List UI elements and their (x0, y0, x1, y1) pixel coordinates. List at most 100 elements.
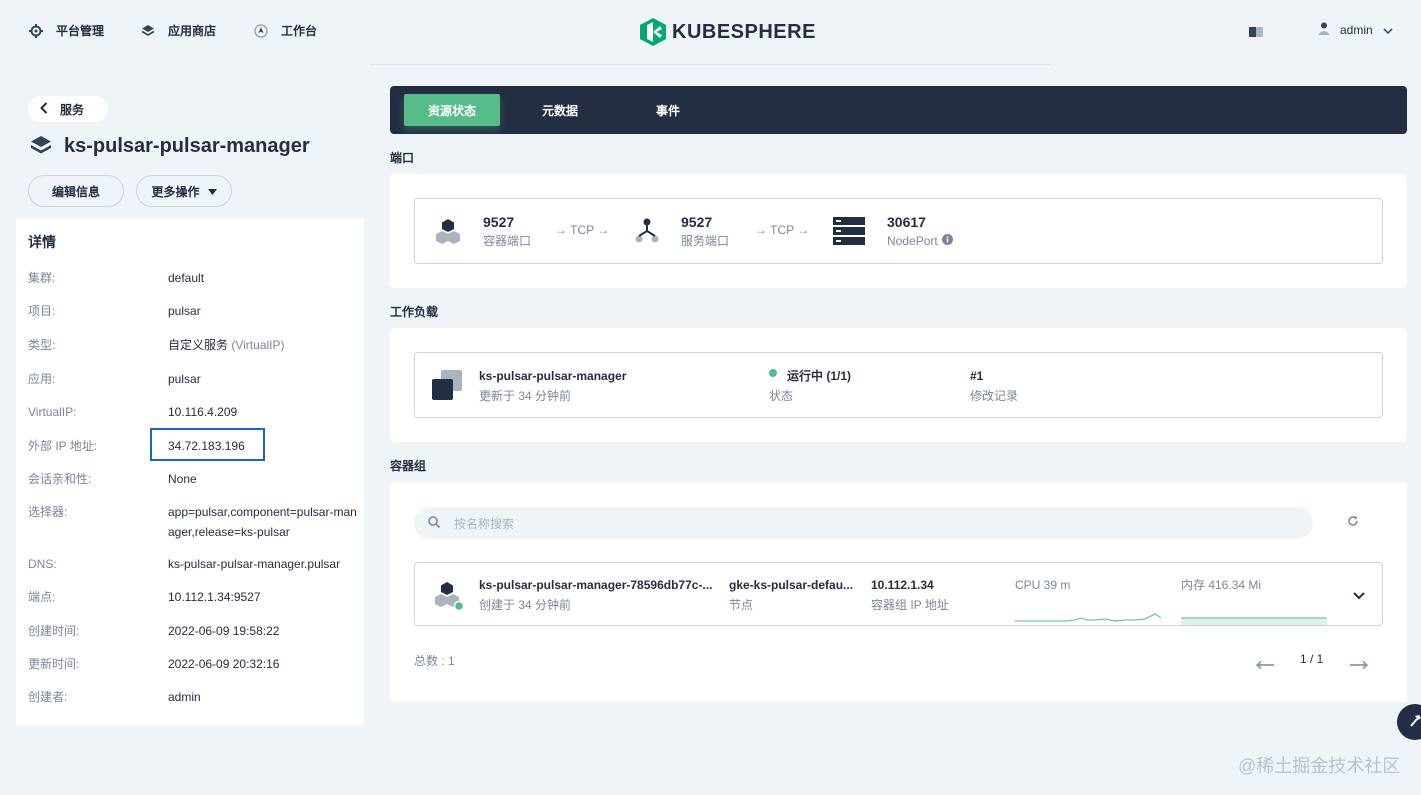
refresh-icon[interactable] (1347, 515, 1359, 530)
workload-status-label: 状态 (769, 389, 794, 403)
tab-metadata[interactable]: 元数据 (512, 94, 608, 126)
detail-key: 创建时间: (28, 624, 80, 638)
node-port-label: NodePort (887, 234, 938, 248)
details-card: 详情 集群: default 项目: pulsar 类型: 自定义服务 (Virtua… (16, 218, 364, 726)
node-port: 30617 NodePort (833, 213, 953, 251)
detail-value: pulsar (168, 372, 201, 386)
back-button[interactable]: 服务 (28, 96, 108, 122)
ports-title: 端口 (390, 151, 415, 165)
more-actions-button[interactable]: 更多操作 (136, 175, 232, 207)
detail-value: ks-pulsar-pulsar-manager.pulsar (168, 557, 341, 571)
type-value: 自定义服务 (168, 338, 229, 352)
pod-node-label: 节点 (729, 598, 754, 612)
pod-memory-col: 内存 416.34 Mi (1181, 575, 1327, 625)
pod-name[interactable]: ks-pulsar-pulsar-manager-78596db77c-... (479, 575, 712, 595)
pod-search-input[interactable]: 按名称搜索 (414, 507, 1313, 539)
chevron-down-icon (1383, 23, 1393, 37)
next-page-icon[interactable] (1350, 658, 1369, 672)
status-dot-icon (769, 369, 777, 377)
tab-resource-status[interactable]: 资源状态 (404, 94, 500, 126)
logo-text: KUBESPHERE (672, 20, 816, 43)
tab-label: 元数据 (541, 103, 578, 118)
protocol-arrow-1: → TCP → (555, 223, 610, 237)
detail-value: admin (168, 690, 201, 704)
detail-value: app=pulsar,component=pulsar-manager,rele… (168, 505, 357, 539)
kubesphere-logo[interactable]: KUBESPHERE (640, 18, 816, 46)
hammer-icon (1408, 714, 1421, 731)
detail-value: 2022-06-09 20:32:16 (168, 657, 280, 671)
expand-chevron-icon[interactable] (1353, 589, 1365, 603)
service-topology-icon (635, 218, 659, 247)
ports-row: 9527 容器端口 → TCP → 9527 服务端口 → TCP → 3061… (414, 198, 1383, 264)
service-header: 服务 ks-pulsar-pulsar-manager 编辑信息 更多操作 (16, 86, 364, 218)
nav-platform-management[interactable]: 平台管理 (28, 22, 104, 39)
container-port-label: 容器端口 (483, 234, 532, 248)
workload-updated: 更新于 34 分钟前 (479, 389, 572, 403)
detail-key: 项目: (28, 304, 56, 318)
protocol-arrow-2: → TCP → (755, 223, 810, 237)
page-indicator: 1 / 1 (1300, 652, 1324, 666)
pod-row[interactable]: ks-pulsar-pulsar-manager-78596db77c-... … (414, 562, 1383, 626)
service-port-number: 9527 (681, 214, 713, 230)
detail-key: 外部 IP 地址: (28, 439, 98, 453)
container-port: 9527 容器端口 (435, 213, 531, 251)
memory-sparkline (1181, 617, 1327, 625)
user-menu[interactable]: admin (1318, 22, 1393, 38)
tools-button[interactable] (1397, 704, 1421, 740)
workload-name-col: ks-pulsar-pulsar-manager 更新于 34 分钟前 (479, 366, 626, 406)
docs-icon[interactable] (1249, 26, 1263, 41)
caret-down-icon (207, 184, 217, 198)
detail-value: 2022-06-09 19:58:22 (168, 624, 280, 638)
prev-page-icon[interactable] (1255, 658, 1274, 672)
type-sub: (VirtualIP) (231, 338, 285, 352)
pod-node-col: gke-ks-pulsar-defau... 节点 (729, 575, 853, 615)
workload-name[interactable]: ks-pulsar-pulsar-manager (479, 366, 626, 386)
edit-info-button[interactable]: 编辑信息 (28, 175, 124, 207)
workload-revision-col: #1 修改记录 (970, 366, 1018, 406)
pods-title: 容器组 (390, 459, 427, 473)
tab-label: 资源状态 (427, 103, 476, 118)
kubesphere-logo-icon (640, 18, 666, 46)
search-icon (428, 515, 441, 531)
user-name: admin (1340, 23, 1373, 37)
detail-key: 应用: (28, 372, 56, 386)
pod-cpu-col: CPU 39 m (1015, 575, 1161, 622)
nav-workbench-label: 工作台 (281, 24, 318, 38)
container-port-number: 9527 (483, 214, 515, 230)
cpu-sparkline (1015, 613, 1161, 622)
details-title: 详情 (28, 234, 56, 250)
service-name: ks-pulsar-pulsar-manager (64, 135, 310, 157)
pod-node: gke-ks-pulsar-defau... (729, 578, 854, 592)
pod-ip-label: 容器组 IP 地址 (871, 598, 949, 612)
back-label: 服务 (60, 102, 85, 117)
detail-key: VirtualIP: (28, 405, 77, 419)
search-placeholder: 按名称搜索 (454, 516, 515, 531)
container-icon (435, 218, 461, 247)
detail-key: 创建者: (28, 690, 68, 704)
detail-key: 会话亲和性: (28, 472, 92, 486)
pod-created: 创建于 34 分钟前 (479, 598, 572, 612)
deployment-icon (431, 369, 463, 404)
service-port: 9527 服务端口 (635, 213, 729, 251)
workload-card: ks-pulsar-pulsar-manager 更新于 34 分钟前 运行中 … (390, 328, 1407, 442)
info-icon[interactable] (941, 231, 953, 251)
tab-bar: 资源状态 元数据 事件 (390, 86, 1407, 134)
detail-key: 端点: (28, 590, 56, 604)
workload-status: 运行中 (1/1) (787, 369, 852, 383)
nav-workbench[interactable]: 工作台 (253, 22, 317, 39)
nav-platform-label: 平台管理 (56, 24, 105, 38)
pod-ip-col: 10.112.1.34 容器组 IP 地址 (871, 575, 949, 615)
workload-revision: #1 (970, 369, 984, 383)
layers-icon (140, 23, 156, 39)
nav-app-store-label: 应用商店 (168, 24, 217, 38)
detail-value: default (168, 271, 205, 285)
tab-events[interactable]: 事件 (620, 94, 716, 126)
workbench-icon (253, 23, 269, 39)
detail-key: 类型: (28, 338, 56, 352)
detail-value: 10.116.4.209 (168, 405, 238, 419)
server-icon (833, 216, 865, 248)
workload-row[interactable]: ks-pulsar-pulsar-manager 更新于 34 分钟前 运行中 … (414, 352, 1383, 418)
workload-status-wrap: 运行中 (1/1) (769, 366, 851, 386)
detail-value-type: 自定义服务 (VirtualIP) (168, 335, 358, 355)
nav-app-store[interactable]: 应用商店 (140, 22, 216, 39)
